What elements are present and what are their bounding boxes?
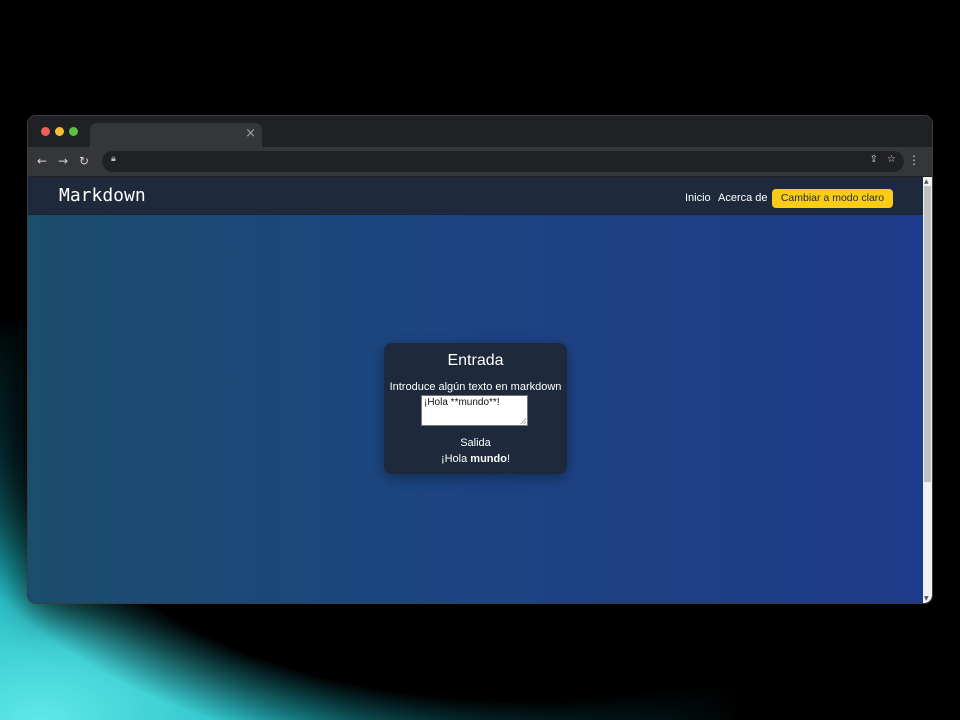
app-navbar: Markdown Inicio Acerca de Cambiar a modo…	[28, 177, 923, 215]
input-heading: Entrada	[447, 352, 504, 369]
output-heading: Salida	[460, 437, 491, 449]
scroll-down-icon[interactable]: ▼	[924, 595, 929, 602]
textarea-value: ¡Hola **mundo**!	[424, 397, 500, 408]
browser-tab[interactable]: ×	[90, 123, 262, 147]
back-arrow-icon[interactable]: ←	[37, 153, 47, 169]
scroll-up-icon[interactable]: ▲	[924, 178, 929, 185]
lock-icon[interactable]: 🔒︎	[111, 154, 116, 164]
input-prompt: Introduce algún texto en markdown	[389, 381, 562, 393]
browser-toolbar: ← → ↻ 🔒︎ ⇪ ☆ ⋮	[28, 147, 932, 176]
output-bold-text: mundo	[470, 453, 507, 465]
markdown-textarea[interactable]: ¡Hola **mundo**!	[421, 395, 528, 426]
kebab-menu-icon[interactable]: ⋮	[908, 153, 920, 167]
minimize-window-button[interactable]	[55, 127, 64, 136]
page-scrollbar[interactable]: ▲ ▼	[923, 177, 932, 603]
theme-toggle-button[interactable]: Cambiar a modo claro	[772, 189, 893, 208]
scrollbar-thumb[interactable]	[924, 186, 931, 482]
brand-title[interactable]: Markdown	[59, 185, 146, 206]
maximize-window-button[interactable]	[69, 127, 78, 136]
rendered-output: ¡Hola mundo!	[384, 453, 567, 465]
tab-close-icon[interactable]: ×	[245, 126, 256, 142]
star-icon[interactable]: ☆	[887, 154, 896, 165]
reload-icon[interactable]: ↻	[79, 153, 89, 169]
nav-link-inicio[interactable]: Inicio	[685, 192, 711, 204]
resize-grip-icon[interactable]	[520, 418, 526, 424]
output-plain-text: ¡Hola	[440, 453, 471, 465]
tab-bar: ×	[28, 116, 932, 147]
forward-arrow-icon[interactable]: →	[58, 153, 68, 169]
browser-window: × ← → ↻ 🔒︎ ⇪ ☆ ⋮ Markdown Inicio Acerca …	[28, 116, 932, 603]
page-viewport: Markdown Inicio Acerca de Cambiar a modo…	[28, 177, 932, 603]
nav-link-acerca[interactable]: Acerca de	[718, 192, 768, 204]
address-bar[interactable]: 🔒︎ ⇪ ☆	[102, 151, 904, 172]
close-window-button[interactable]	[41, 127, 50, 136]
output-trailing-text: !	[506, 453, 511, 465]
markdown-card: Entrada Introduce algún texto en markdow…	[384, 343, 567, 474]
share-icon[interactable]: ⇪	[870, 154, 878, 165]
